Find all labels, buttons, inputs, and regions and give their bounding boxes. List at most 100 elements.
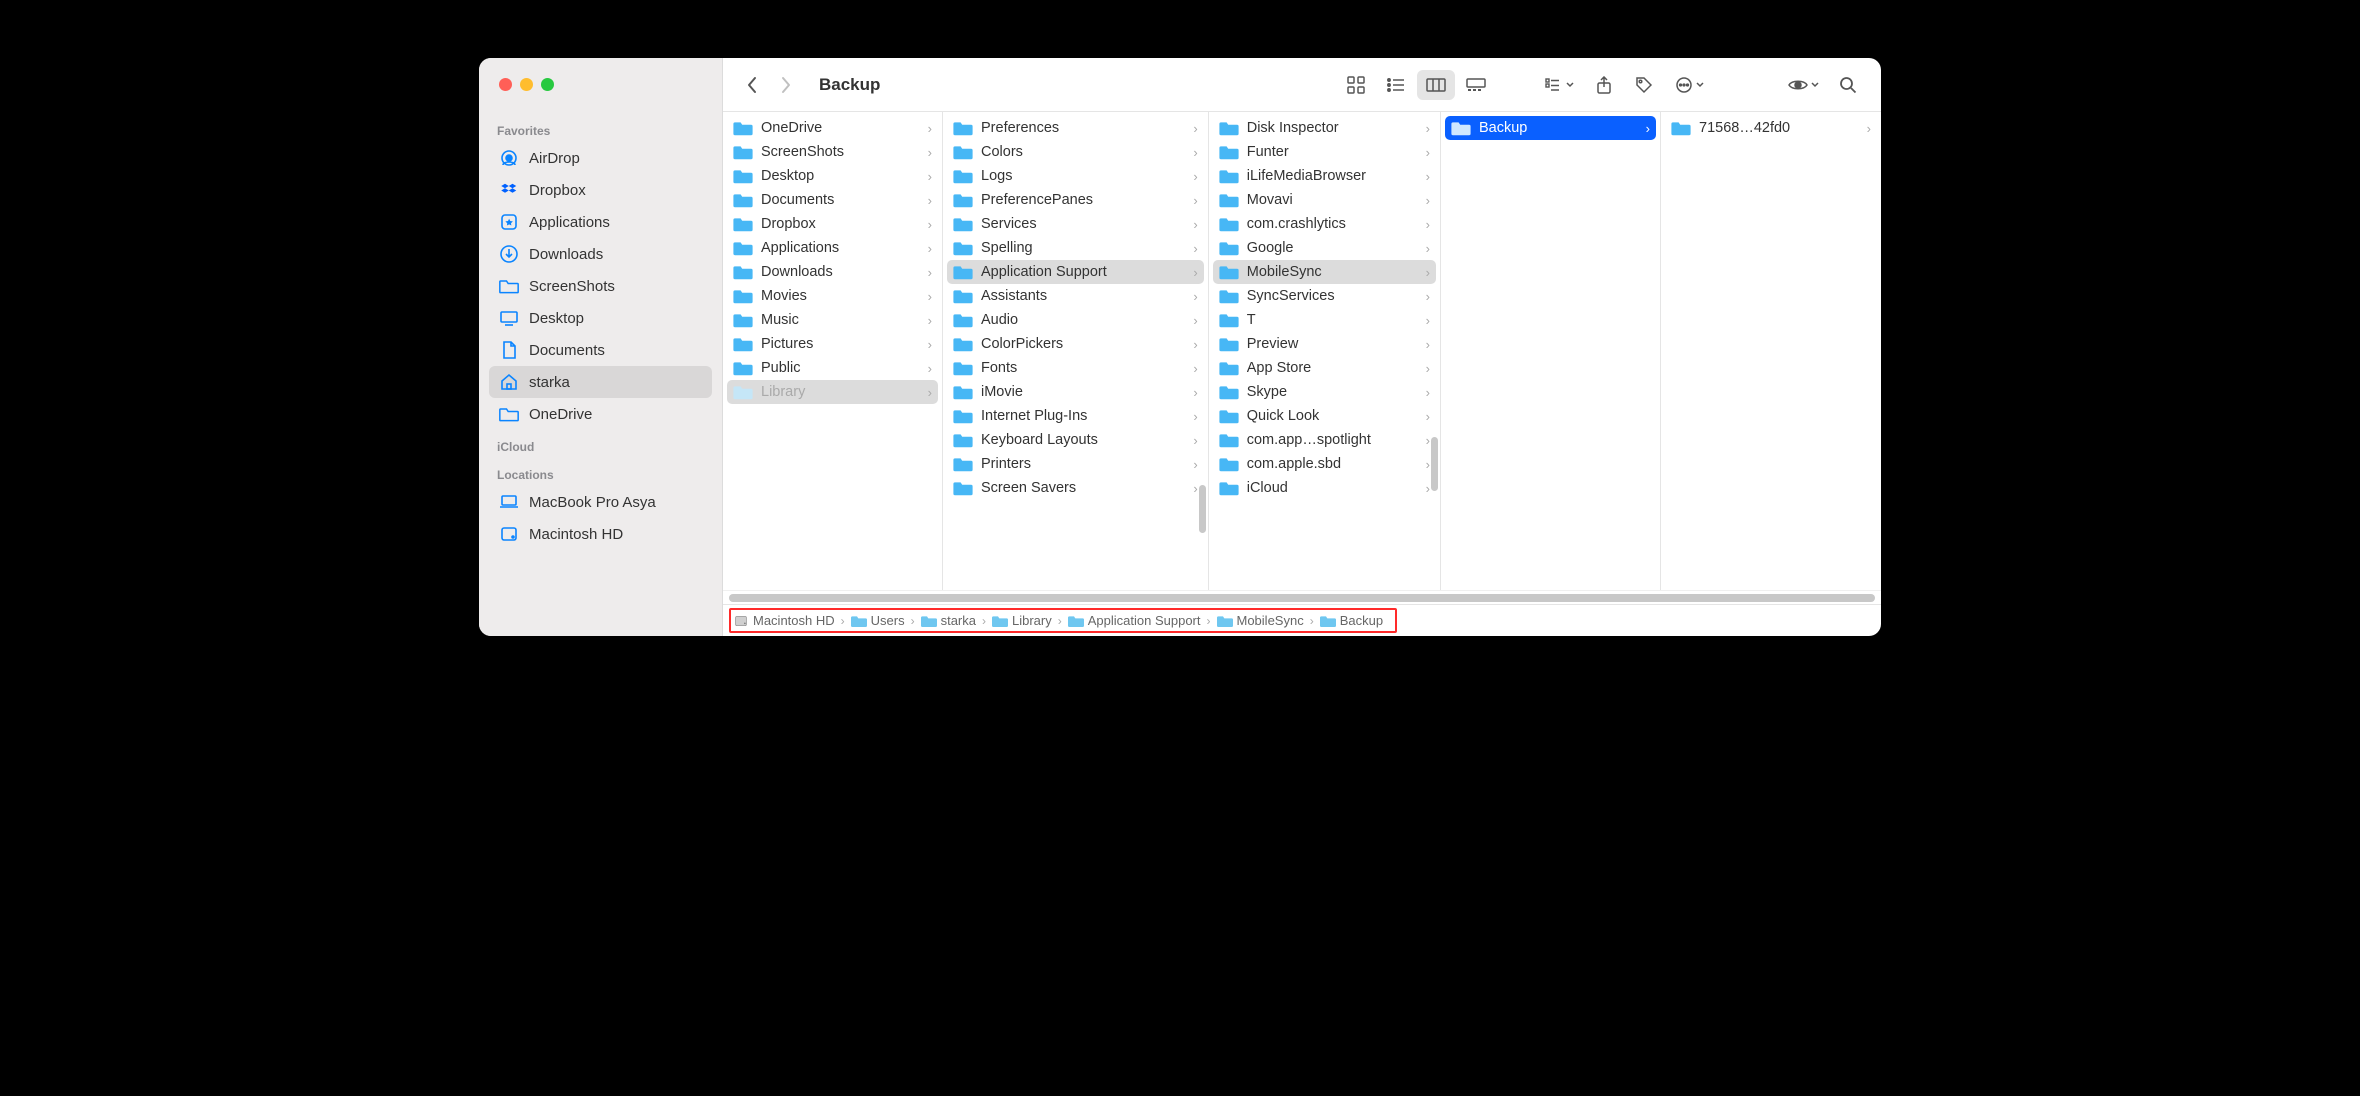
path-segment[interactable]: starka — [919, 611, 978, 630]
column-item[interactable]: com.crashlytics› — [1209, 212, 1440, 236]
column-item[interactable]: PreferencePanes› — [943, 188, 1208, 212]
column-item[interactable]: Movavi› — [1209, 188, 1440, 212]
folder-icon — [1219, 408, 1239, 424]
column-item[interactable]: App Store› — [1209, 356, 1440, 380]
column: OneDrive›ScreenShots›Desktop›Documents›D… — [723, 112, 943, 590]
column-item[interactable]: com.apple.sbd› — [1209, 452, 1440, 476]
icon-view-button[interactable] — [1337, 70, 1375, 100]
group-by-button[interactable] — [1535, 70, 1583, 100]
sidebar-item[interactable]: ScreenShots — [489, 270, 712, 302]
quicklook-button[interactable] — [1779, 70, 1827, 100]
search-button[interactable] — [1829, 70, 1867, 100]
column-item[interactable]: Downloads› — [723, 260, 942, 284]
folder-icon — [953, 120, 973, 136]
folder-icon — [499, 276, 519, 296]
folder-icon — [1219, 240, 1239, 256]
chevron-right-icon: › — [1193, 193, 1197, 208]
column-item[interactable]: Movies› — [723, 284, 942, 308]
sidebar-item[interactable]: Applications — [489, 206, 712, 238]
sidebar-item[interactable]: OneDrive — [489, 398, 712, 430]
share-button[interactable] — [1585, 70, 1623, 100]
folder-icon — [1320, 614, 1336, 628]
path-segment[interactable]: Library — [990, 611, 1054, 630]
gallery-view-button[interactable] — [1457, 70, 1495, 100]
column-item[interactable]: Audio› — [943, 308, 1208, 332]
sidebar: FavoritesAirDropDropboxApplicationsDownl… — [479, 58, 723, 636]
column-item[interactable]: Screen Savers› — [943, 476, 1208, 500]
column-item[interactable]: Applications› — [723, 236, 942, 260]
column-item[interactable]: Disk Inspector› — [1209, 116, 1440, 140]
chevron-right-icon: › — [1193, 217, 1197, 232]
column-item[interactable]: Pictures› — [723, 332, 942, 356]
back-button[interactable] — [737, 70, 767, 100]
column-item[interactable]: Google› — [1209, 236, 1440, 260]
maximize-button[interactable] — [541, 78, 554, 91]
column-item[interactable]: Services› — [943, 212, 1208, 236]
column-item-label: Preview — [1247, 336, 1418, 352]
list-view-button[interactable] — [1377, 70, 1415, 100]
folder-icon — [953, 408, 973, 424]
sidebar-item[interactable]: Documents — [489, 334, 712, 366]
scrollbar[interactable] — [1199, 485, 1206, 533]
path-segment[interactable]: MobileSync — [1215, 611, 1306, 630]
column-item[interactable]: Skype› — [1209, 380, 1440, 404]
column-item[interactable]: Logs› — [943, 164, 1208, 188]
tags-button[interactable] — [1625, 70, 1663, 100]
action-button[interactable] — [1665, 70, 1713, 100]
column-item[interactable]: Keyboard Layouts› — [943, 428, 1208, 452]
folder-icon — [953, 144, 973, 160]
sidebar-item[interactable]: Downloads — [489, 238, 712, 270]
sidebar-item[interactable]: Macintosh HD — [489, 518, 712, 550]
path-segment[interactable]: Backup — [1318, 611, 1385, 630]
sidebar-item[interactable]: MacBook Pro Asya — [489, 486, 712, 518]
horizontal-scrollbar[interactable] — [723, 590, 1881, 604]
column-item[interactable]: Public› — [723, 356, 942, 380]
sidebar-item[interactable]: starka — [489, 366, 712, 398]
column-item[interactable]: Application Support› — [947, 260, 1204, 284]
column-item[interactable]: 71568…42fd0› — [1661, 116, 1881, 140]
column-item[interactable]: Fonts› — [943, 356, 1208, 380]
column-item[interactable]: ColorPickers› — [943, 332, 1208, 356]
column-item[interactable]: iLifeMediaBrowser› — [1209, 164, 1440, 188]
close-button[interactable] — [499, 78, 512, 91]
chevron-right-icon: › — [1426, 385, 1430, 400]
column-item[interactable]: Documents› — [723, 188, 942, 212]
column-item[interactable]: iMovie› — [943, 380, 1208, 404]
column-item[interactable]: Preview› — [1209, 332, 1440, 356]
column-item[interactable]: OneDrive› — [723, 116, 942, 140]
column-item[interactable]: MobileSync› — [1213, 260, 1436, 284]
path-segment[interactable]: Application Support — [1066, 611, 1203, 630]
sidebar-item[interactable]: Dropbox — [489, 174, 712, 206]
column-item[interactable]: T› — [1209, 308, 1440, 332]
sidebar-section-header: iCloud — [489, 430, 712, 458]
forward-button[interactable] — [771, 70, 801, 100]
path-segment[interactable]: Macintosh HD — [731, 611, 837, 630]
column-item[interactable]: Dropbox› — [723, 212, 942, 236]
column-item[interactable]: Printers› — [943, 452, 1208, 476]
column-view-button[interactable] — [1417, 70, 1455, 100]
column-item[interactable]: Quick Look› — [1209, 404, 1440, 428]
sidebar-item[interactable]: Desktop — [489, 302, 712, 334]
sidebar-item[interactable]: AirDrop — [489, 142, 712, 174]
column-item[interactable]: Backup› — [1445, 116, 1656, 140]
column-item[interactable]: iCloud› — [1209, 476, 1440, 500]
column-item[interactable]: com.app…spotlight› — [1209, 428, 1440, 452]
column-item[interactable]: Desktop› — [723, 164, 942, 188]
column-item[interactable]: Colors› — [943, 140, 1208, 164]
column-item[interactable]: Library› — [727, 380, 938, 404]
laptop-icon — [499, 492, 519, 512]
scrollbar[interactable] — [1431, 437, 1438, 491]
column-item[interactable]: ScreenShots› — [723, 140, 942, 164]
folder-icon — [733, 264, 753, 280]
folder-icon — [1219, 384, 1239, 400]
column-item[interactable]: Spelling› — [943, 236, 1208, 260]
minimize-button[interactable] — [520, 78, 533, 91]
path-segment[interactable]: Users — [849, 611, 907, 630]
column-item[interactable]: Internet Plug-Ins› — [943, 404, 1208, 428]
column-item[interactable]: Assistants› — [943, 284, 1208, 308]
column-item[interactable]: SyncServices› — [1209, 284, 1440, 308]
column-item[interactable]: Preferences› — [943, 116, 1208, 140]
column-item[interactable]: Funter› — [1209, 140, 1440, 164]
column-item[interactable]: Music› — [723, 308, 942, 332]
chevron-right-icon: › — [1193, 481, 1197, 496]
